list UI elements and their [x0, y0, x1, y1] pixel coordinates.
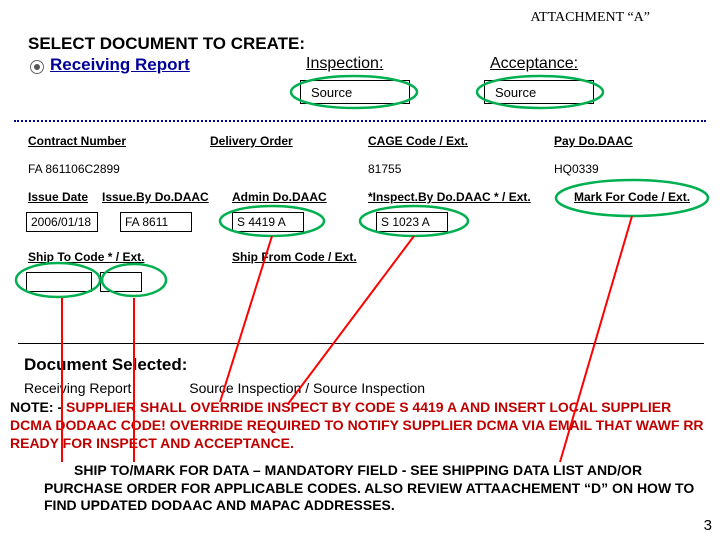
ship-to-ext-field[interactable] [100, 272, 142, 292]
issue-by-label: Issue.By Do.DAAC [102, 190, 209, 204]
mark-for-label: Mark For Code / Ext. [574, 190, 690, 204]
acceptance-select[interactable]: Source [484, 80, 594, 104]
note-override: NOTE: - SUPPLIER SHALL OVERRIDE INSPECT … [10, 398, 710, 453]
divider-mid [18, 343, 704, 344]
note-body: SUPPLIER SHALL OVERRIDE INSPECT BY CODE … [10, 399, 704, 451]
acceptance-label: Acceptance: [490, 55, 578, 73]
inspect-by-field[interactable]: S 1023 A [376, 212, 448, 232]
issue-date-field[interactable]: 2006/01/18 [26, 212, 98, 232]
admin-label: Admin Do.DAAC [232, 190, 327, 204]
note2-body: SHIP TO/MARK FOR DATA – MANDATORY FIELD … [44, 462, 694, 513]
receiving-report-radio[interactable] [30, 60, 44, 74]
issue-by-field[interactable]: FA 8611 [120, 212, 192, 232]
pay-dodaac-label: Pay Do.DAAC [554, 134, 633, 148]
cage-code-label: CAGE Code / Ext. [368, 134, 468, 148]
ship-from-label: Ship From Code / Ext. [232, 250, 357, 264]
page-title: SELECT DOCUMENT TO CREATE: [28, 34, 305, 54]
note-shipto: SHIP TO/MARK FOR DATA – MANDATORY FIELD … [44, 462, 708, 515]
document-selected-title: Document Selected: [24, 355, 187, 375]
attachment-header: ATTACHMENT “A” [530, 10, 650, 26]
delivery-order-label: Delivery Order [210, 134, 293, 148]
ship-to-field[interactable] [26, 272, 92, 292]
contract-number-label: Contract Number [28, 134, 126, 148]
page-number: 3 [704, 517, 712, 534]
cage-code-value: 81755 [368, 162, 401, 176]
note-intro: NOTE: - [10, 399, 66, 415]
contract-number-value: FA 861106C2899 [28, 162, 120, 176]
pay-dodaac-value: HQ0339 [554, 162, 599, 176]
doc-selected-inspection: Source Inspection / Source Inspection [189, 380, 425, 396]
receiving-report-label: Receiving Report [50, 55, 190, 75]
inspection-select[interactable]: Source [300, 80, 410, 104]
document-selected-line: Receiving Report Source Inspection / Sou… [24, 380, 425, 396]
ship-to-label: Ship To Code * / Ext. [28, 250, 144, 264]
inspect-by-label: *Inspect.By Do.DAAC * / Ext. [368, 190, 531, 204]
divider-top [14, 120, 706, 122]
doc-selected-report: Receiving Report [24, 380, 131, 396]
admin-field[interactable]: S 4419 A [232, 212, 304, 232]
inspection-label: Inspection: [306, 55, 383, 73]
issue-date-label: Issue Date [28, 190, 88, 204]
